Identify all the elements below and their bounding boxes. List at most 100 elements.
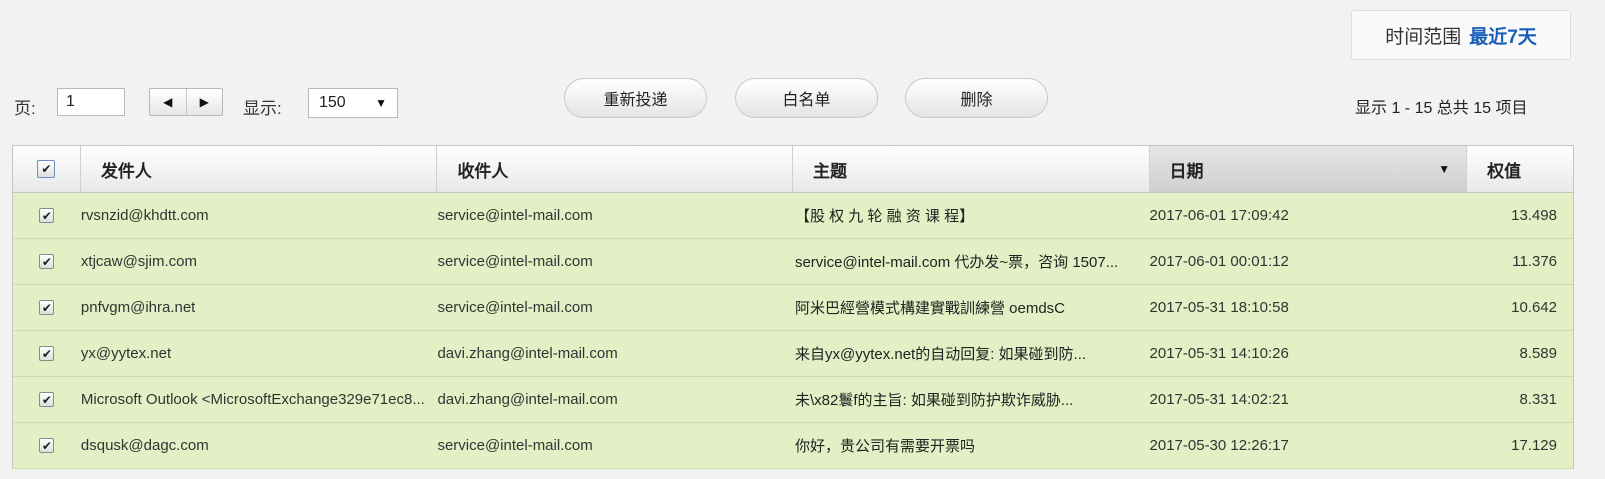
table-row[interactable]: ✔ rvsnzid@khdtt.com service@intel-mail.c… [13,193,1573,239]
time-range-selector[interactable]: 时间范围 最近7天 [1351,10,1571,60]
subject-text: 【股 权 九 轮 融 资 课 程】 [794,208,975,225]
cell-score: 11.376 [1467,239,1573,284]
subject-text: 阿米巴經營模式構建實戰訓練營 oemdsC [794,300,1065,317]
row-checkbox[interactable]: ✔ [39,346,55,361]
time-range-label: 时间范围 [1385,26,1462,48]
date-text: 2017-06-01 00:01:12 [1149,253,1289,270]
column-header-from[interactable]: 发件人 [81,146,438,192]
recipient-text: service@intel-mail.com [437,253,593,270]
cell-from: dsqusk@dagc.com [81,423,438,468]
per-page-select[interactable]: 150 ▼ [308,88,398,118]
checkmark-icon: ✔ [41,254,52,269]
cell-from: yx@yytex.net [81,331,438,376]
page-number-input[interactable] [57,88,125,116]
recipient-text: service@intel-mail.com [437,437,593,454]
cell-score: 13.498 [1467,193,1573,238]
table-row[interactable]: ✔ xtjcaw@sjim.com service@intel-mail.com… [13,239,1573,285]
column-header-to[interactable]: 收件人 [437,146,793,192]
recipient-text: davi.zhang@intel-mail.com [437,391,618,408]
cell-to: service@intel-mail.com [437,423,793,468]
cell-to: davi.zhang@intel-mail.com [437,377,793,422]
page-label: 页: [14,99,36,118]
cell-date: 2017-06-01 17:09:42 [1150,193,1468,238]
table-row[interactable]: ✔ yx@yytex.net davi.zhang@intel-mail.com… [13,331,1573,377]
sender-text: dsqusk@dagc.com [80,437,209,454]
recipient-text: service@intel-mail.com [437,207,593,224]
sender-text: rvsnzid@khdtt.com [80,207,209,224]
row-check-cell: ✔ [13,377,81,422]
table-header: ✔ 发件人 收件人 主题 日期 ▼ 权值 [13,146,1573,193]
delete-button[interactable]: 删除 [905,78,1048,118]
subject-text: 未\x82鬟f的主旨: 如果碰到防护欺诈威胁... [794,392,1074,409]
per-page-label: 显示: [243,99,282,118]
next-arrow-icon: ▶ [199,95,209,109]
cell-to: davi.zhang@intel-mail.com [437,331,793,376]
score-text: 10.642 [1511,299,1557,316]
sort-desc-icon: ▼ [1438,162,1451,176]
score-text: 17.129 [1511,437,1557,454]
row-check-cell: ✔ [13,239,81,284]
sender-text: pnfvgm@ihra.net [80,299,196,316]
table-row[interactable]: ✔ Microsoft Outlook <MicrosoftExchange32… [13,377,1573,423]
subject-text: 你好，贵公司有需要开票吗 [794,438,975,455]
sender-text: xtjcaw@sjim.com [80,253,197,270]
cell-subject: 未\x82鬟f的主旨: 如果碰到防护欺诈威胁... [793,377,1150,422]
cell-date: 2017-05-31 14:10:26 [1150,331,1468,376]
date-text: 2017-05-31 14:02:21 [1149,391,1289,408]
pager: ◀ ▶ [149,88,223,116]
row-check-cell: ✔ [13,423,81,468]
row-check-cell: ✔ [13,331,81,376]
cell-date: 2017-05-31 14:02:21 [1150,377,1468,422]
row-checkbox[interactable]: ✔ [39,208,55,223]
row-checkbox[interactable]: ✔ [39,254,55,269]
subject-text: service@intel-mail.com 代办发~票，咨询 1507... [794,254,1119,271]
cell-subject: service@intel-mail.com 代办发~票，咨询 1507... [793,239,1150,284]
row-checkbox[interactable]: ✔ [39,300,55,315]
select-all-checkbox[interactable]: ✔ [37,160,56,178]
chevron-down-icon: ▼ [375,96,387,110]
date-text: 2017-06-01 17:09:42 [1149,207,1289,224]
checkmark-icon: ✔ [41,438,52,453]
checkmark-icon: ✔ [41,208,52,223]
column-header-score[interactable]: 权值 [1467,146,1573,192]
cell-from: pnfvgm@ihra.net [81,285,438,330]
cell-date: 2017-06-01 00:01:12 [1150,239,1468,284]
score-text: 8.331 [1519,391,1557,408]
column-header-subject[interactable]: 主题 [793,146,1150,192]
cell-date: 2017-05-31 18:10:58 [1150,285,1468,330]
cell-date: 2017-05-30 12:26:17 [1150,423,1468,468]
time-range-value[interactable]: 最近7天 [1469,22,1537,49]
recipient-text: service@intel-mail.com [437,299,593,316]
cell-from: xtjcaw@sjim.com [81,239,438,284]
date-text: 2017-05-31 18:10:58 [1149,299,1289,316]
cell-subject: 你好，贵公司有需要开票吗 [793,423,1150,468]
checkmark-icon: ✔ [41,392,52,407]
date-text: 2017-05-30 12:26:17 [1149,437,1289,454]
sender-text: yx@yytex.net [80,345,172,362]
recipient-text: davi.zhang@intel-mail.com [437,345,618,362]
next-page-button[interactable]: ▶ [185,89,223,115]
cell-subject: 来自yx@yytex.net的自动回复: 如果碰到防... [793,331,1150,376]
checkmark-icon: ✔ [41,162,52,176]
table-row[interactable]: ✔ dsqusk@dagc.com service@intel-mail.com… [13,423,1573,469]
redeliver-button[interactable]: 重新投递 [564,78,707,118]
prev-page-button[interactable]: ◀ [150,89,186,115]
checkmark-icon: ✔ [41,300,52,315]
score-text: 11.376 [1512,253,1557,270]
toolbar: 页: ◀ ▶ 显示: 150 ▼ 重新投递 白名单 删除 显示 1 - 15 总… [0,78,1605,128]
sender-text: Microsoft Outlook <MicrosoftExchange329e… [80,391,425,408]
row-checkbox[interactable]: ✔ [39,438,55,453]
row-checkbox[interactable]: ✔ [39,392,55,407]
subject-text: 来自yx@yytex.net的自动回复: 如果碰到防... [794,346,1087,363]
column-header-date-label: 日期 [1169,161,1204,181]
select-all-cell: ✔ [13,146,81,192]
per-page-value: 150 [319,94,346,111]
pagination-summary: 显示 1 - 15 总共 15 项目 [1355,100,1528,117]
cell-score: 17.129 [1467,423,1573,468]
column-header-date[interactable]: 日期 ▼ [1149,146,1468,192]
cell-score: 8.331 [1467,377,1573,422]
table-row[interactable]: ✔ pnfvgm@ihra.net service@intel-mail.com… [13,285,1573,331]
checkmark-icon: ✔ [41,346,52,361]
cell-to: service@intel-mail.com [437,239,793,284]
whitelist-button[interactable]: 白名单 [735,78,878,118]
